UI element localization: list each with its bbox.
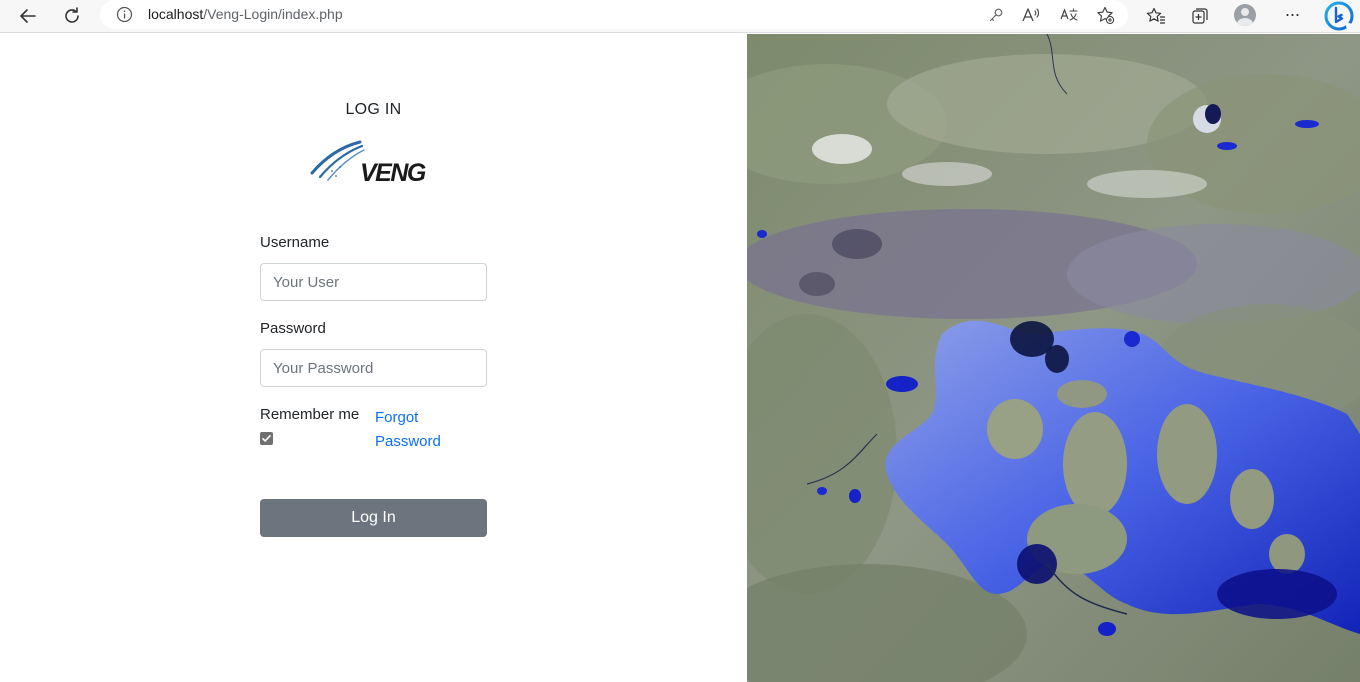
read-aloud-icon[interactable] bbox=[1020, 4, 1042, 26]
info-icon[interactable] bbox=[116, 6, 133, 23]
forgot-password-line1: Forgot bbox=[375, 409, 419, 426]
favorites-icon[interactable] bbox=[1141, 2, 1171, 30]
checkmark-icon bbox=[262, 435, 271, 442]
key-icon[interactable] bbox=[985, 4, 1007, 26]
veng-logo: VENG bbox=[310, 137, 440, 187]
add-favorite-icon[interactable] bbox=[1094, 4, 1116, 26]
password-label: Password bbox=[260, 320, 326, 337]
forgot-password-link[interactable]: Forgot Password bbox=[375, 406, 455, 454]
satellite-image bbox=[747, 34, 1360, 682]
username-label: Username bbox=[260, 234, 330, 251]
forgot-password-line2: Password bbox=[375, 433, 441, 450]
address-bar[interactable]: localhost/Veng-Login/index.php bbox=[100, 0, 1128, 29]
profile-icon[interactable] bbox=[1234, 4, 1256, 26]
login-panel: LOG IN VENG Username Password Remember m… bbox=[0, 34, 747, 682]
logo-text: VENG bbox=[360, 159, 426, 187]
back-icon[interactable] bbox=[13, 2, 43, 30]
refresh-icon[interactable] bbox=[57, 2, 87, 30]
login-button[interactable]: Log In bbox=[260, 499, 487, 537]
password-input[interactable] bbox=[260, 349, 487, 387]
username-input[interactable] bbox=[260, 263, 487, 301]
bing-icon[interactable] bbox=[1322, 0, 1356, 31]
remember-me-checkbox[interactable] bbox=[260, 432, 273, 445]
collections-icon[interactable] bbox=[1185, 2, 1215, 30]
page-title: LOG IN bbox=[345, 101, 402, 118]
translate-icon[interactable] bbox=[1058, 4, 1080, 26]
more-icon[interactable]: ··· bbox=[1280, 2, 1304, 28]
url-text[interactable]: localhost/Veng-Login/index.php bbox=[148, 6, 343, 22]
remember-me-label: Remember me bbox=[260, 406, 360, 423]
browser-toolbar: localhost/Veng-Login/index.php ··· bbox=[0, 0, 1360, 33]
